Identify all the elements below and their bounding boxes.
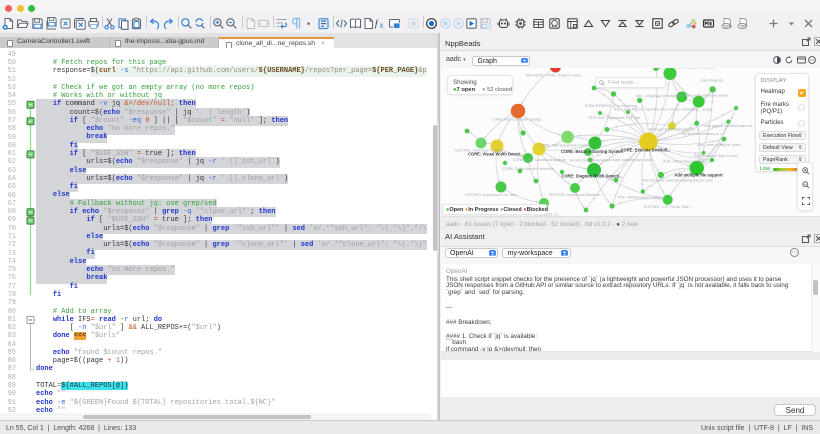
svg-text:DYN: DYN [724, 25, 732, 29]
svg-text:ARCHITECTURE: Project Found...: ARCHITECTURE: Project Found... [526, 73, 585, 77]
svg-text:CORE: Suffix Border Detection: CORE: Suffix Border Detection [502, 167, 554, 171]
svg-text:Add --exclude flag for wor...: Add --exclude flag for wor... [694, 154, 740, 158]
svg-text:CORE: Execute DevNull...: CORE: Execute DevNull... [621, 148, 671, 153]
svg-text:x: x [379, 21, 383, 30]
svg-text:Add --see/-u flag for eyes...: Add --see/-u flag for eyes... [697, 143, 743, 147]
svg-text:TESTING: Implement Revision...: TESTING: Implement Revision... [548, 193, 603, 197]
svg-text:Add --json flag for machine an: Add --json flag for machine and tomorro … [614, 108, 713, 112]
svg-text:Add multiple file support: Add multiple file support [674, 172, 723, 177]
svg-text:...ould get per-commit hash in: ...ould get per-commit hash ins... [700, 124, 755, 128]
svg-text:...ed all that summary in v...: ...ed all that summary in v... [679, 132, 725, 136]
svg-text:Bekkuge # lib balancing for...: Bekkuge # lib balancing for... [649, 128, 698, 132]
svg-text:TESTING: CJK Focus Test f...: TESTING: CJK Focus Test f... [643, 205, 693, 209]
svg-text:TESTING: Implement Uni. ana...: TESTING: Implement Uni. ana... [465, 193, 520, 197]
svg-text:...has integrate...: ...has integrate... [698, 78, 726, 82]
svg-text:TESTING: Implement TXT Into: TESTING: Implement TXT Into [588, 116, 640, 120]
svg-text:Add --king flag for range: Add --king flag for range [636, 94, 677, 98]
svg-text:CORE: Tab-Expansion System: CORE: Tab-Expansion System [539, 144, 591, 148]
svg-text:CORE: Visual Width Detect...: CORE: Visual Width Detect... [468, 152, 524, 157]
svg-text:And configure (Build) p...: And configure (Build) p... [673, 68, 715, 70]
svg-text:CORE: Version Standardizati...: CORE: Version Standardizati... [556, 159, 608, 163]
svg-text:Add new-coded verbose output: Add new-coded verbose output [676, 93, 730, 97]
svg-text:CORE: Bezuice Scoring System: CORE: Bezuice Scoring System [561, 149, 623, 154]
svg-text:TXT: TXT [740, 25, 748, 29]
svg-text:Add --follow flag for impl...: Add --follow flag for impl... [663, 160, 707, 164]
svg-text:Add state passthrough upon...: Add state passthrough upon... [605, 158, 656, 162]
svg-text:PDF: Performance Profiling: PDF: Performance Profiling [618, 195, 664, 199]
svg-text:f: f [375, 19, 379, 29]
svg-text:CORE: Box Character Design...: CORE: Box Character Design... [491, 118, 544, 122]
svg-text:CORE: Diagram Block Detecti...: CORE: Diagram Block Detecti... [561, 174, 622, 179]
svg-text:Add resolume overlay/reading f: Add resolume overlay/reading flag for sa… [642, 178, 717, 182]
